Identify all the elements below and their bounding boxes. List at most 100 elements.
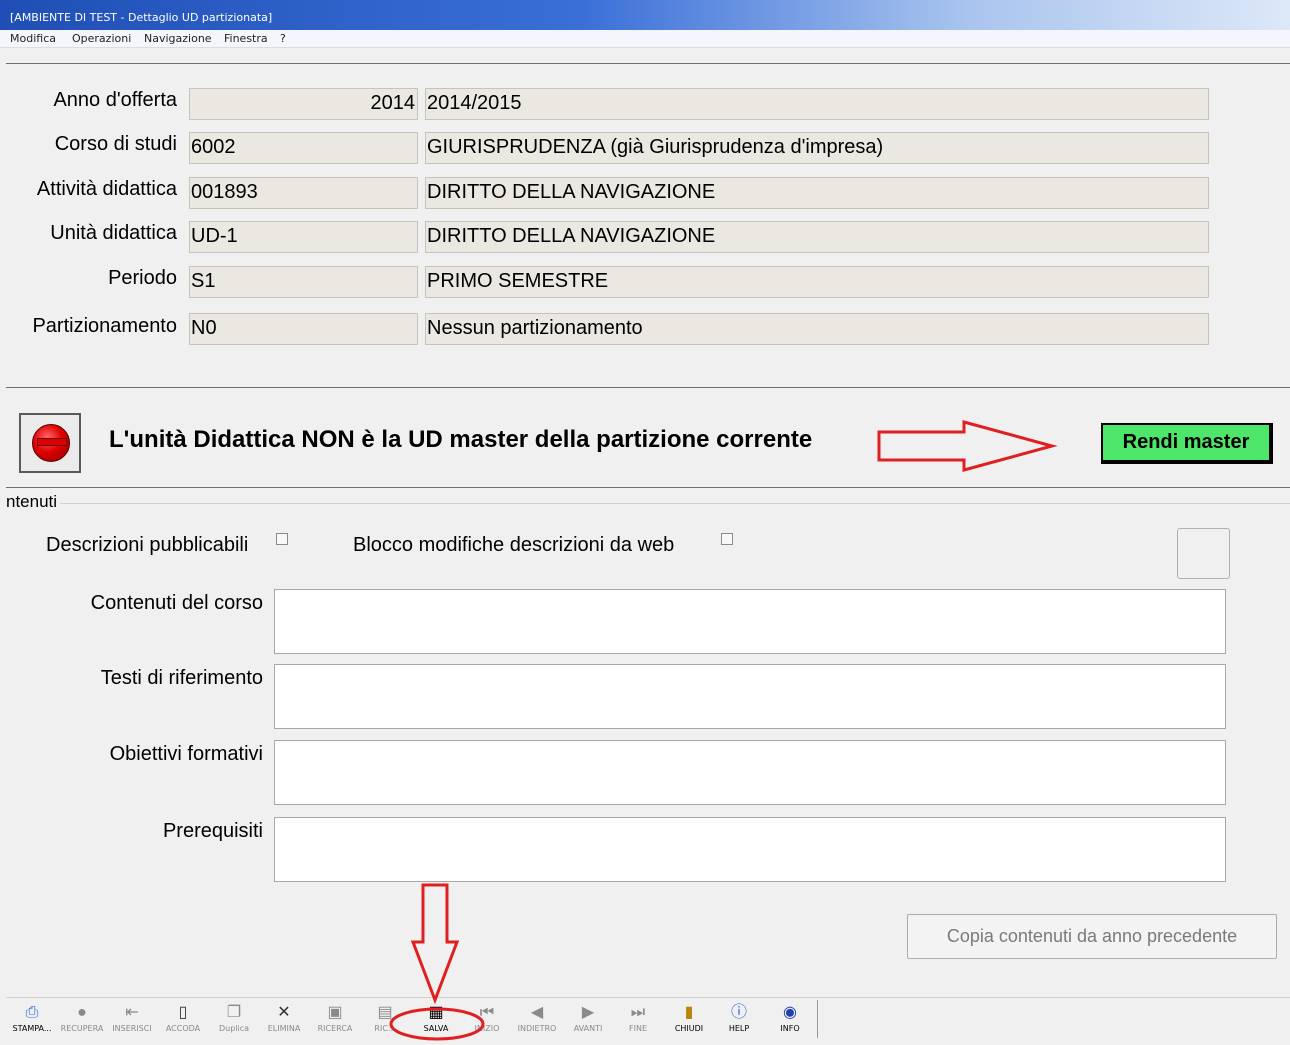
label-attivita-didattica: Attività didattica <box>36 178 177 200</box>
toolbar-label: STAMPA... <box>12 1024 52 1033</box>
blank-button[interactable] <box>1177 528 1230 579</box>
help-button[interactable]: ⓘ HELP <box>714 1002 764 1038</box>
unita-didattica-code-field[interactable]: UD-1 <box>189 221 418 253</box>
inizio-button[interactable]: ⏮ INIZIO <box>462 1002 512 1038</box>
toolbar-label: AVANTI <box>573 1024 603 1033</box>
testi-di-riferimento-textarea[interactable] <box>274 664 1226 729</box>
toolbar-label: SALVA <box>423 1024 449 1033</box>
duplicate-icon: ❐ <box>226 1004 242 1021</box>
label-corso-di-studi: Corso di studi <box>54 133 177 155</box>
label-periodo: Periodo <box>108 267 177 289</box>
indietro-button[interactable]: ◀ INDIETRO <box>512 1002 562 1038</box>
unita-didattica-description-field[interactable]: DIRITTO DELLA NAVIGAZIONE <box>425 221 1209 253</box>
label-unita-didattica: Unità didattica <box>50 222 177 244</box>
copia-contenuti-button[interactable]: Copia contenuti da anno precedente <box>907 914 1277 959</box>
blocco-modifiche-web-label: Blocco modifiche descrizioni da web <box>353 534 675 556</box>
contenuti-group-label: ntenuti <box>6 492 58 511</box>
menu-navigazione[interactable]: Navigazione <box>144 32 212 45</box>
menu-operazioni[interactable]: Operazioni <box>72 32 131 45</box>
blocco-modifiche-web-checkbox[interactable] <box>721 533 733 545</box>
toolbar-label: RICERCA <box>317 1024 353 1033</box>
append-icon: ▯ <box>178 1004 188 1021</box>
bottom-toolbar: ⎙ STAMPA... ● RECUPERA ⇤ INSERISCI ▯ ACC… <box>6 997 1290 1041</box>
toolbar-label: INSERISCI <box>112 1024 152 1033</box>
toolbar-label: FINE <box>629 1024 647 1033</box>
menu-bar: Modifica Operazioni Navigazione Finestra… <box>0 30 1290 48</box>
toolbar-label: INDIETRO <box>517 1024 557 1033</box>
avanti-button[interactable]: ▶ AVANTI <box>563 1002 613 1038</box>
descrizioni-pubblicabili-label: Descrizioni pubblicabili <box>46 534 249 556</box>
menu-modifica[interactable]: Modifica <box>10 32 56 45</box>
attivita-didattica-description-field[interactable]: DIRITTO DELLA NAVIGAZIONE <box>425 177 1209 209</box>
ricerca-button[interactable]: ▣ RICERCA <box>310 1002 360 1038</box>
recupera-button[interactable]: ● RECUPERA <box>57 1002 107 1038</box>
divider <box>6 487 1290 488</box>
group-box-border <box>60 503 1290 504</box>
testi-di-riferimento-label: Testi di riferimento <box>100 667 263 689</box>
descrizioni-pubblicabili-checkbox[interactable] <box>276 533 288 545</box>
rendi-master-button[interactable]: Rendi master <box>1101 423 1273 464</box>
ricerca-next-button[interactable]: ▤ RIC... <box>360 1002 410 1038</box>
toolbar-label: RIC... <box>374 1024 396 1033</box>
next-record-icon: ▶ <box>581 1004 595 1021</box>
toolbar-label: ELIMINA <box>267 1024 301 1033</box>
toolbar-separator <box>817 1000 818 1038</box>
save-icon: ▦ <box>428 1004 444 1021</box>
toolbar-label: Duplica <box>218 1024 250 1033</box>
contenuti-del-corso-label: Contenuti del corso <box>90 592 263 614</box>
fine-button[interactable]: ⏭ FINE <box>613 1002 663 1038</box>
periodo-code-field[interactable]: S1 <box>189 266 418 298</box>
label-anno-offerta: Anno d'offerta <box>53 89 177 111</box>
stampa-button[interactable]: ⎙ STAMPA... <box>7 1002 57 1038</box>
close-door-icon: ▮ <box>684 1004 694 1021</box>
toolbar-label: HELP <box>728 1024 750 1033</box>
divider <box>6 63 1290 64</box>
anno-offerta-description-field[interactable]: 2014/2015 <box>425 88 1209 120</box>
partizionamento-description-field[interactable]: Nessun partizionamento <box>425 313 1209 345</box>
periodo-description-field[interactable]: PRIMO SEMESTRE <box>425 266 1209 298</box>
delete-icon: ✕ <box>277 1004 291 1021</box>
attivita-didattica-code-field[interactable]: 001893 <box>189 177 418 209</box>
right-arrow-annotation <box>877 420 1058 472</box>
label-partizionamento: Partizionamento <box>32 315 177 337</box>
info-button[interactable]: ◉ INFO <box>765 1002 815 1038</box>
first-record-icon: ⏮ <box>479 1004 495 1021</box>
red-stop-light-icon <box>19 413 81 473</box>
obiettivi-formativi-textarea[interactable] <box>274 740 1226 805</box>
toolbar-label: INIZIO <box>474 1024 500 1033</box>
insert-icon: ⇤ <box>125 1004 139 1021</box>
toolbar-label: CHIUDI <box>674 1024 704 1033</box>
elimina-button[interactable]: ✕ ELIMINA <box>259 1002 309 1038</box>
divider <box>6 387 1290 388</box>
contenuti-del-corso-textarea[interactable] <box>274 589 1226 654</box>
prerequisiti-textarea[interactable] <box>274 817 1226 882</box>
title-bar[interactable]: [AMBIENTE DI TEST - Dettaglio UD partizi… <box>0 0 1290 30</box>
search-next-icon: ▤ <box>377 1004 393 1021</box>
corso-di-studi-description-field[interactable]: GIURISPRUDENZA (già Giurisprudenza d'imp… <box>425 132 1209 164</box>
retrieve-icon: ● <box>77 1004 87 1021</box>
menu-finestra[interactable]: Finestra <box>224 32 268 45</box>
toolbar-label: INFO <box>780 1024 800 1033</box>
toolbar-label: ACCODA <box>165 1024 201 1033</box>
inserisci-button[interactable]: ⇤ INSERISCI <box>107 1002 157 1038</box>
duplica-button[interactable]: ❐ Duplica <box>209 1002 259 1038</box>
help-icon: ⓘ <box>730 1004 747 1021</box>
toolbar-label: RECUPERA <box>60 1024 104 1033</box>
last-record-icon: ⏭ <box>630 1004 646 1021</box>
obiettivi-formativi-label: Obiettivi formativi <box>109 743 263 765</box>
anno-offerta-code-field[interactable]: 2014 <box>189 88 418 120</box>
partizionamento-code-field[interactable]: N0 <box>189 313 418 345</box>
menu-help[interactable]: ? <box>280 32 286 45</box>
info-icon: ◉ <box>783 1004 797 1021</box>
salva-button[interactable]: ▦ SALVA <box>411 1002 461 1038</box>
window-title: [AMBIENTE DI TEST - Dettaglio UD partizi… <box>10 11 273 24</box>
accoda-button[interactable]: ▯ ACCODA <box>158 1002 208 1038</box>
search-icon: ▣ <box>327 1004 343 1021</box>
corso-di-studi-code-field[interactable]: 6002 <box>189 132 418 164</box>
chiudi-button[interactable]: ▮ CHIUDI <box>664 1002 714 1038</box>
printer-icon: ⎙ <box>25 1004 39 1021</box>
master-status-message: L'unità Didattica NON è la UD master del… <box>109 426 813 453</box>
app-window: [AMBIENTE DI TEST - Dettaglio UD partizi… <box>0 0 1290 1045</box>
previous-record-icon: ◀ <box>530 1004 544 1021</box>
down-arrow-annotation <box>410 883 460 1005</box>
